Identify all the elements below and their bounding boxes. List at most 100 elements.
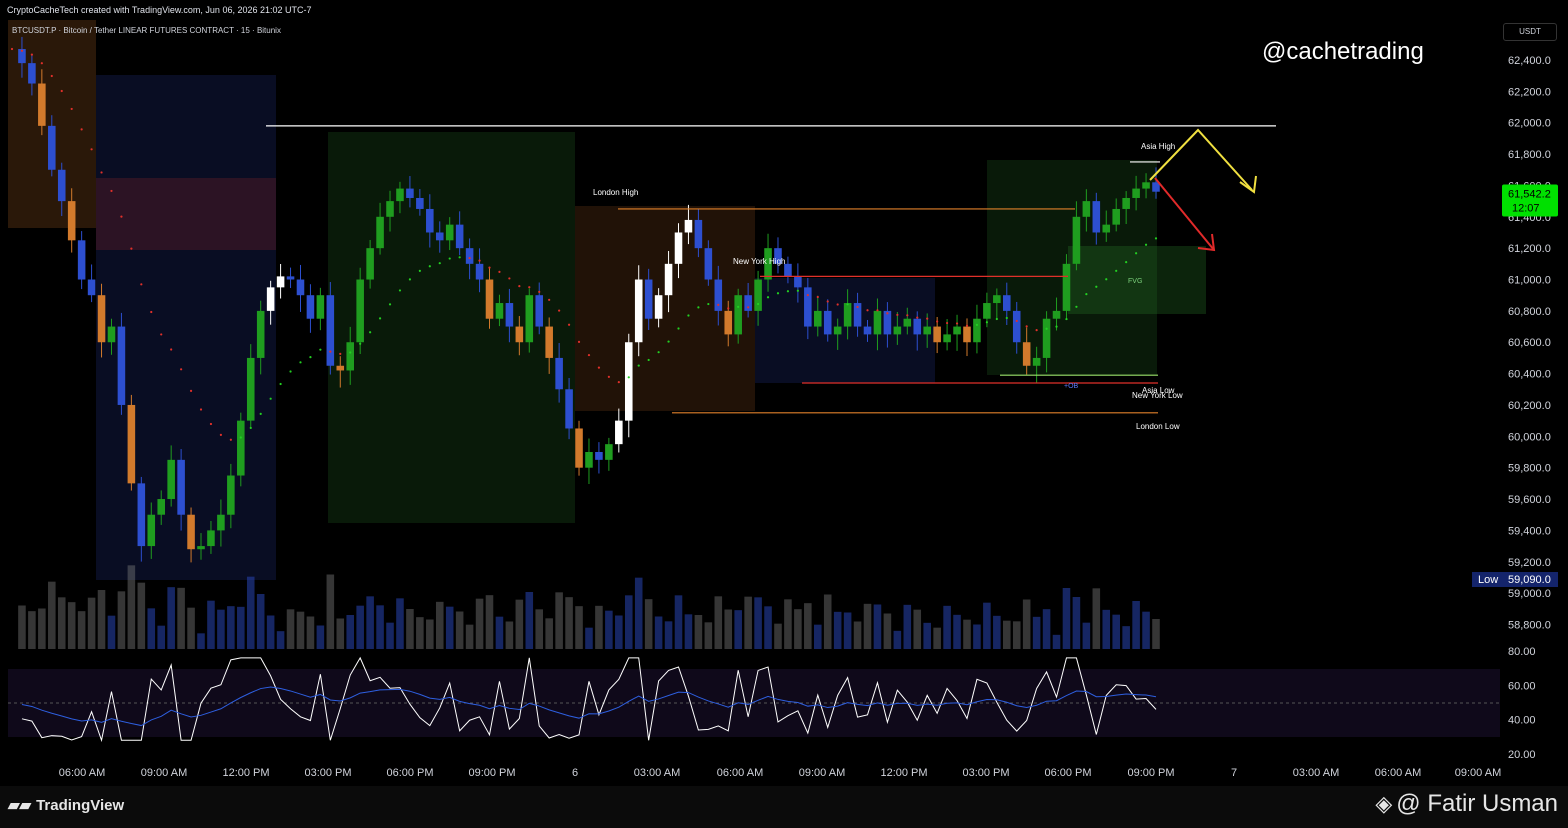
ema-point [229,438,232,441]
candle-body [1122,197,1130,209]
time-tick-label: 09:00 PM [468,767,515,779]
ema-point [1095,285,1098,288]
ema-point [945,321,949,325]
ema-point [120,215,123,218]
ema-point [617,380,620,384]
candle-body [495,303,504,319]
candle-body [67,201,76,241]
ema-point [189,389,193,392]
candle-body [97,295,106,343]
volume-bar [585,627,593,649]
candle-body [376,216,384,249]
candle-body [455,224,464,249]
price-tick-label: 59,200.0 [1508,557,1551,569]
candle-body [1072,216,1081,264]
volume-bar [595,605,603,649]
price-axis: 62,400.062,200.062,000.061,800.061,600.0… [1508,55,1551,631]
volume-bar [794,609,802,649]
volume-bar [1092,588,1101,649]
candle-body [694,219,703,249]
candle-body [624,342,633,421]
price-tick-label: 60,600.0 [1508,337,1551,349]
binance-diamond-icon: ◈ [1375,791,1393,816]
candle-body [893,326,902,335]
volume-bar [1022,599,1031,649]
candle-body [823,310,832,335]
candle-body [1003,295,1011,311]
price-tick-label: 62,200.0 [1508,86,1551,98]
candle-body [724,310,733,335]
ema-point [170,348,173,351]
chart-area[interactable]: Asia High London High New York High Asia Lo… [0,0,1568,786]
candle-body [535,295,544,327]
time-tick-label: 03:00 AM [1293,767,1339,779]
volume-bar [1012,621,1021,649]
ema-point [687,314,690,317]
price-chart[interactable]: Asia HighLondon HighNew York HighAsia Lo… [0,0,1568,786]
ema-point [1135,252,1138,255]
ema-point [975,323,979,326]
ema-point [249,426,252,430]
ema-point [955,322,959,325]
ema-point [199,408,203,411]
ema-point [567,323,571,326]
volume-bar [565,597,573,649]
volume-bar [435,601,444,649]
ema-point [1065,317,1068,321]
ema-point [697,306,700,309]
ema-point [1005,316,1008,320]
ema-point [916,316,919,319]
candle-body [246,357,255,421]
candle-body [167,459,175,500]
time-tick-label: 03:00 PM [962,767,1009,779]
candle-body [266,287,275,311]
volume-bar [1102,609,1111,649]
low-tag-label: Low [1478,574,1498,586]
session-boxes-layer [8,0,1206,580]
ema-point [607,375,610,378]
new-york-high-label: New York High [733,257,785,266]
ema-point [985,321,988,324]
candle-body [585,452,593,468]
volume-bar [336,618,345,649]
candle-body [38,83,46,126]
candle-body [316,295,325,319]
footer-bar [0,786,1568,828]
volume-bar [913,609,922,649]
price-tick-label: 60,200.0 [1508,400,1551,412]
tradingview-brand: TradingView [36,797,125,814]
ema-point [816,295,819,299]
candle-body [197,546,205,550]
session-box [328,132,575,523]
ema-point [398,289,402,292]
currency-button[interactable]: USDT [1503,23,1557,41]
candle-body [426,208,434,233]
ema-point [329,350,332,353]
ema-point [10,47,14,51]
ema-point [488,266,491,269]
ema-point [219,433,223,437]
candle-body [237,420,245,476]
time-tick-label: 06:00 PM [1044,767,1091,779]
ema-point [737,305,740,308]
ema-point [40,62,43,65]
ema-point [717,303,720,306]
price-tick-label: 61,800.0 [1508,149,1551,161]
volume-bar [774,623,782,649]
fvg-label: FVG [1128,278,1142,285]
ema-point [30,53,33,56]
tradingview-logo[interactable]: ▰▰ TradingView [8,796,124,814]
candle-body [1032,357,1041,366]
asia-high-label: Asia High [1141,142,1175,151]
candle-body [346,342,355,371]
candle-body [883,310,892,335]
ema-point [478,259,481,262]
volume-bar [973,624,981,649]
last-price-value: 61,542.2 [1508,189,1551,201]
volume-bar [246,576,255,649]
volume-bar [515,599,524,649]
candle-body [217,514,225,531]
ema-point [458,256,461,259]
author-signature: ◈ @ Fatir Usman [1375,790,1558,818]
time-tick-label: 06:00 PM [386,767,433,779]
